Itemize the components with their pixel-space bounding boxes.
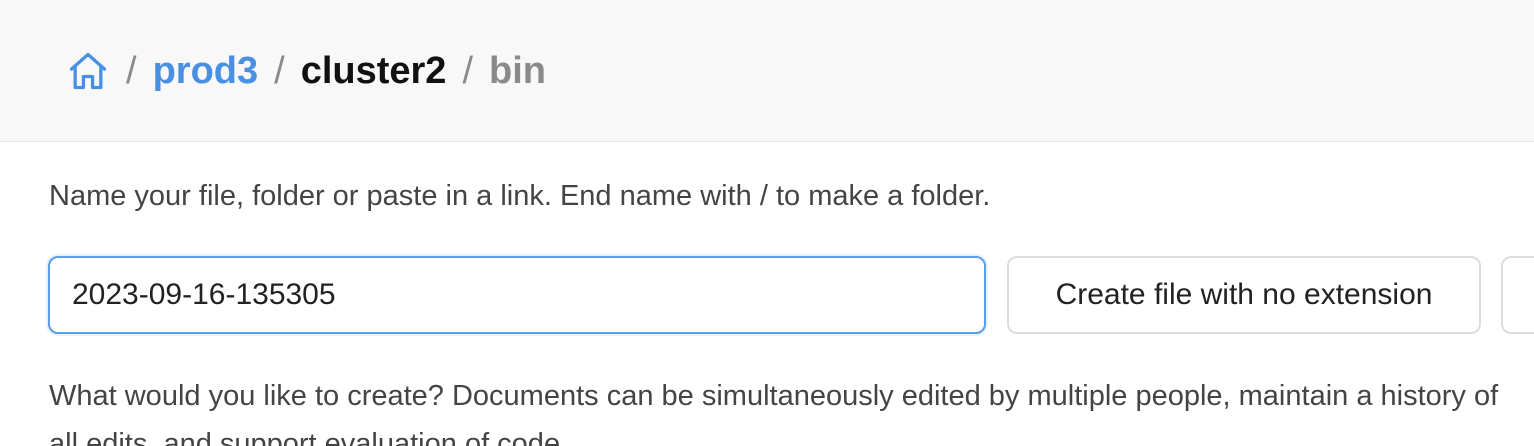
home-icon[interactable]: [66, 49, 110, 93]
breadcrumb-separator: /: [462, 49, 473, 92]
breadcrumb-separator: /: [126, 49, 137, 92]
create-file-button[interactable]: Create file with no extension: [1007, 256, 1481, 334]
breadcrumb-item-bin: bin: [489, 49, 546, 92]
breadcrumb-item-prod3[interactable]: prod3: [153, 50, 259, 93]
instruction-text: Name your file, folder or paste in a lin…: [49, 180, 991, 212]
breadcrumb-item-cluster2[interactable]: cluster2: [301, 50, 447, 93]
breadcrumb-separator: /: [274, 49, 285, 92]
breadcrumb: / prod3 / cluster2 / bin: [66, 46, 546, 96]
next-create-button[interactable]: [1501, 256, 1534, 334]
file-name-input[interactable]: [48, 256, 986, 334]
description-text: What would you like to create? Documents…: [49, 380, 1499, 446]
breadcrumb-header: / prod3 / cluster2 / bin: [0, 0, 1534, 142]
